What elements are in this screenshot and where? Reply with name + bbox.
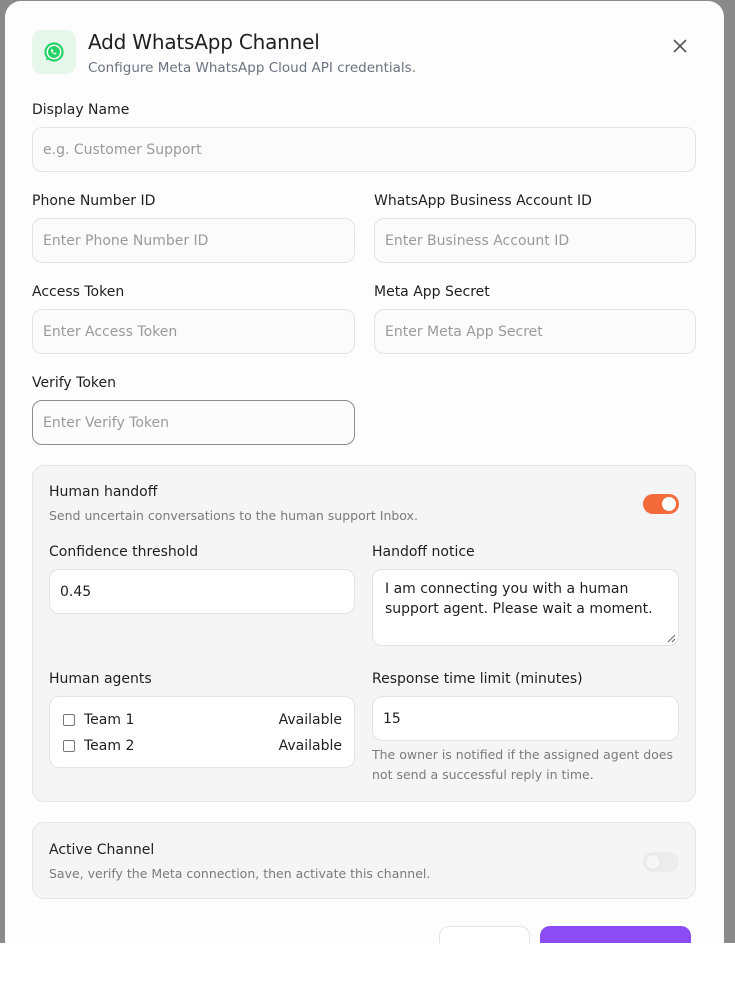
active-channel-description: Save, verify the Meta connection, then a… — [49, 866, 431, 881]
agent-name: Team 2 — [84, 738, 135, 754]
resize-grip-icon[interactable] — [667, 634, 676, 643]
confidence-threshold-value: 0.45 — [60, 583, 92, 600]
active-channel-panel: Active Channel Save, verify the Meta con… — [32, 822, 696, 899]
access-token-label: Access Token — [32, 284, 125, 300]
toggle-knob — [662, 497, 676, 511]
human-agents-label: Human agents — [49, 671, 152, 687]
handoff-notice-value: I am connecting you with a human support… — [385, 581, 653, 617]
human-agents-list: Team 1 Available Team 2 Available — [49, 696, 355, 768]
agent-row[interactable]: Team 2 Available — [63, 736, 342, 756]
agent-checkbox[interactable] — [63, 740, 75, 752]
response-time-help: The owner is notified if the assigned ag… — [372, 747, 674, 782]
meta-app-secret-placeholder: Enter Meta App Secret — [385, 323, 543, 340]
dialog-title: Add WhatsApp Channel — [88, 30, 320, 54]
human-handoff-panel: Human handoff Send uncertain conversatio… — [32, 465, 696, 802]
handoff-title: Human handoff — [49, 484, 158, 500]
handoff-notice-textarea[interactable]: I am connecting you with a human support… — [372, 569, 679, 646]
close-icon — [673, 39, 687, 53]
agent-name: Team 1 — [84, 712, 135, 728]
business-account-id-label: WhatsApp Business Account ID — [374, 193, 592, 209]
display-name-input[interactable]: e.g. Customer Support — [32, 127, 696, 172]
display-name-placeholder: e.g. Customer Support — [43, 141, 202, 158]
access-token-input[interactable]: Enter Access Token — [32, 309, 355, 354]
response-time-value: 15 — [383, 710, 401, 727]
phone-number-id-placeholder: Enter Phone Number ID — [43, 232, 209, 249]
toggle-knob — [646, 855, 660, 869]
business-account-id-input[interactable]: Enter Business Account ID — [374, 218, 696, 263]
phone-number-id-input[interactable]: Enter Phone Number ID — [32, 218, 355, 263]
agent-status: Available — [278, 712, 342, 728]
confidence-threshold-input[interactable]: 0.45 — [49, 569, 355, 614]
agent-checkbox[interactable] — [63, 714, 75, 726]
phone-number-id-label: Phone Number ID — [32, 193, 156, 209]
handoff-toggle[interactable] — [643, 494, 679, 514]
add-channel-dialog: Add WhatsApp Channel Configure Meta What… — [5, 1, 724, 943]
viewport-bottom — [0, 943, 735, 985]
verify-token-label: Verify Token — [32, 375, 116, 391]
confidence-threshold-label: Confidence threshold — [49, 544, 199, 560]
response-time-input[interactable]: 15 — [372, 696, 679, 741]
close-button[interactable] — [667, 33, 693, 59]
dialog-subtitle: Configure Meta WhatsApp Cloud API creden… — [88, 60, 417, 76]
whatsapp-icon — [32, 30, 76, 74]
display-name-label: Display Name — [32, 102, 130, 118]
agent-status: Available — [278, 738, 342, 754]
handoff-notice-label: Handoff notice — [372, 544, 475, 560]
handoff-description: Send uncertain conversations to the huma… — [49, 508, 418, 523]
active-channel-title: Active Channel — [49, 842, 155, 858]
meta-app-secret-input[interactable]: Enter Meta App Secret — [374, 309, 696, 354]
agent-row[interactable]: Team 1 Available — [63, 710, 342, 730]
verify-token-placeholder: Enter Verify Token — [43, 414, 170, 431]
business-account-id-placeholder: Enter Business Account ID — [385, 232, 570, 249]
access-token-placeholder: Enter Access Token — [43, 323, 178, 340]
verify-token-input[interactable]: Enter Verify Token — [32, 400, 355, 445]
response-time-label: Response time limit (minutes) — [372, 671, 583, 687]
meta-app-secret-label: Meta App Secret — [374, 284, 490, 300]
active-channel-toggle[interactable] — [643, 852, 679, 872]
